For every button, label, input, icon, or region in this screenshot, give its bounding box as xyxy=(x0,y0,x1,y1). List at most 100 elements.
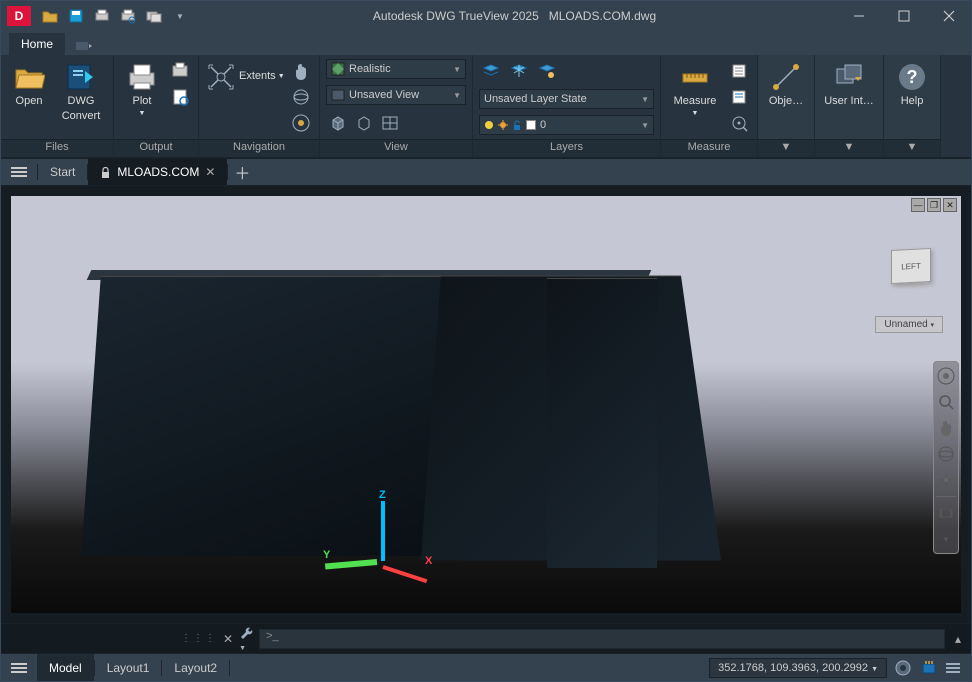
tab-overflow-icon[interactable] xyxy=(67,37,101,55)
layer-freeze-icon[interactable] xyxy=(507,59,531,83)
viewport[interactable]: — ❐ ✕ LEFT Unnamed ▾ ▼ xyxy=(11,196,961,613)
save-icon[interactable] xyxy=(67,7,85,25)
view-cube-icon[interactable] xyxy=(326,111,350,135)
doc-menu-icon[interactable] xyxy=(1,166,37,178)
zoom-extents-icon xyxy=(205,61,237,93)
minimize-button[interactable] xyxy=(836,1,881,31)
new-tab-button[interactable]: ＋ xyxy=(228,160,256,184)
ribbon: Open DWG Convert Files Plot xyxy=(1,55,971,158)
chevron-down-icon: ▼ xyxy=(453,65,461,74)
isolate-objects-icon[interactable] xyxy=(891,657,915,679)
close-button[interactable] xyxy=(926,1,971,31)
document-tab-bar: Start MLOADS.COM ✕ ＋ xyxy=(1,158,971,186)
layer-dropdown[interactable]: 0 ▼ xyxy=(479,115,654,135)
named-view-dropdown[interactable]: Unsaved View ▼ xyxy=(326,85,466,105)
panel-expand-3[interactable]: ▼ xyxy=(884,139,940,157)
new-view-icon[interactable] xyxy=(378,111,402,135)
layer-off-icon[interactable] xyxy=(479,59,503,83)
dwg-convert-icon xyxy=(65,61,97,93)
panel-navigation: Extents ▼ Navigation xyxy=(199,55,320,157)
visual-style-icon xyxy=(331,62,345,76)
command-input[interactable]: >_ xyxy=(259,629,945,649)
command-history-up-icon[interactable]: ▴ xyxy=(951,632,965,646)
app-window: D ▼ Autodesk DWG TrueView 2025 MLOADS.CO… xyxy=(0,0,972,682)
pan-icon[interactable] xyxy=(289,59,313,83)
svg-text:?: ? xyxy=(907,67,918,87)
chevron-down-icon: ▼ xyxy=(641,95,649,104)
help-button[interactable]: ? Help xyxy=(890,59,934,110)
nav-expand-icon[interactable]: ▼ xyxy=(936,529,956,549)
customize-icon[interactable]: ▼ xyxy=(239,625,253,653)
ui-windows-icon xyxy=(833,61,865,93)
nav-pan-icon[interactable] xyxy=(936,418,956,438)
lightbulb-on-icon xyxy=(484,120,494,130)
layout-tab-model[interactable]: Model xyxy=(37,654,94,681)
maximize-button[interactable] xyxy=(881,1,926,31)
view-manager-icon[interactable] xyxy=(352,111,376,135)
layer-state-dropdown[interactable]: Unsaved Layer State ▼ xyxy=(479,89,654,109)
close-command-icon[interactable]: ✕ xyxy=(223,632,233,646)
properties-list-icon[interactable] xyxy=(727,85,751,109)
lock-open-icon xyxy=(512,120,522,130)
batch-plot-icon[interactable] xyxy=(145,7,163,25)
orbit-icon[interactable] xyxy=(289,85,313,109)
dwg-convert-button[interactable]: DWG Convert xyxy=(55,59,107,125)
plot-button[interactable]: Plot ▼ xyxy=(120,59,164,121)
coordinates-readout[interactable]: 352.1768, 109.3963, 200.2992 ▼ xyxy=(709,658,887,678)
hardware-accel-icon[interactable] xyxy=(917,657,941,679)
open-button[interactable]: Open xyxy=(7,59,51,110)
chevron-down-icon: ▼ xyxy=(641,121,649,130)
nav-film-icon[interactable] xyxy=(936,503,956,523)
open-folder-icon[interactable] xyxy=(41,7,59,25)
batch-plot-icon[interactable] xyxy=(168,59,192,83)
panel-title-view: View xyxy=(320,139,472,157)
user-interface-button[interactable]: User Int… xyxy=(821,59,877,110)
customize-status-icon[interactable] xyxy=(943,657,967,679)
panel-title-measure: Measure xyxy=(661,139,757,157)
object-snap-button[interactable]: Obje… xyxy=(764,59,808,110)
open-folder-icon xyxy=(13,61,45,93)
qat-dropdown-icon[interactable]: ▼ xyxy=(171,7,189,25)
panel-expand-1[interactable]: ▼ xyxy=(758,139,814,157)
layout-menu-icon[interactable] xyxy=(1,662,37,674)
panel-output: Plot ▼ Output xyxy=(114,55,199,157)
status-bar: Model Layout1 Layout2 352.1768, 109.3963… xyxy=(1,653,971,681)
doc-tab-start[interactable]: Start xyxy=(38,159,87,185)
layer-isolate-icon[interactable] xyxy=(535,59,559,83)
viewport-window-controls: — ❐ ✕ xyxy=(911,198,957,212)
visual-style-label[interactable]: Unnamed ▾ xyxy=(875,316,943,333)
id-point-icon[interactable] xyxy=(727,111,751,135)
nav-orbit-icon[interactable] xyxy=(936,444,956,464)
panel-expand-2[interactable]: ▼ xyxy=(815,139,883,157)
zoom-extents-button[interactable]: Extents ▼ xyxy=(205,59,285,95)
panel-measure: Measure ▼ Measure xyxy=(661,55,758,157)
panel-object-snap: Obje… ▼ xyxy=(758,55,815,157)
visual-style-dropdown[interactable]: Realistic ▼ xyxy=(326,59,466,79)
print-icon[interactable] xyxy=(93,7,111,25)
command-line-row: ⋮⋮⋮ ✕ ▼ >_ ▴ xyxy=(1,623,971,653)
printer-icon xyxy=(126,61,158,93)
title-bar: D ▼ Autodesk DWG TrueView 2025 MLOADS.CO… xyxy=(1,1,971,31)
nav-wheel-icon[interactable] xyxy=(936,366,956,386)
layout-tab-2[interactable]: Layout2 xyxy=(162,654,229,681)
vp-minimize-icon[interactable]: — xyxy=(911,198,925,212)
nav-showmotion-icon[interactable] xyxy=(936,470,956,490)
list-icon[interactable] xyxy=(727,59,751,83)
panel-files: Open DWG Convert Files xyxy=(1,55,114,157)
doc-tab-active[interactable]: MLOADS.COM ✕ xyxy=(88,159,227,185)
close-tab-icon[interactable]: ✕ xyxy=(205,165,215,179)
quick-access-toolbar: ▼ xyxy=(37,7,193,25)
window-title: Autodesk DWG TrueView 2025 MLOADS.COM.dw… xyxy=(193,9,836,23)
vp-close-icon[interactable]: ✕ xyxy=(943,198,957,212)
measure-button[interactable]: Measure ▼ xyxy=(667,59,723,121)
steering-wheel-icon[interactable] xyxy=(289,111,313,135)
drag-handle-icon[interactable]: ⋮⋮⋮ xyxy=(181,633,217,644)
nav-zoom-icon[interactable] xyxy=(936,392,956,412)
tab-home[interactable]: Home xyxy=(9,33,65,55)
page-setup-icon[interactable] xyxy=(168,85,192,109)
view-cube[interactable]: LEFT xyxy=(881,236,941,296)
layout-tab-1[interactable]: Layout1 xyxy=(95,654,162,681)
print-preview-icon[interactable] xyxy=(119,7,137,25)
vp-restore-icon[interactable]: ❐ xyxy=(927,198,941,212)
navigation-bar: ▼ xyxy=(933,361,959,554)
